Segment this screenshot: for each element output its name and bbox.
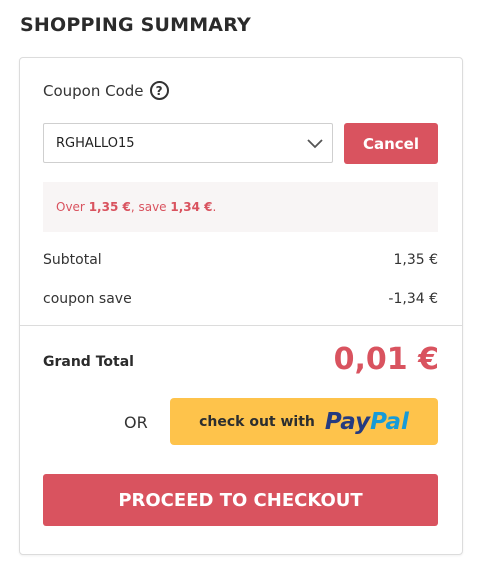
grand-total-value: 0,01 € — [333, 342, 439, 377]
subtotal-value: 1,35 € — [393, 252, 438, 268]
coupon-select[interactable]: RGHALLO15 — [43, 123, 333, 163]
paypal-prefix: check out with — [199, 413, 315, 430]
subtotal-label: Subtotal — [43, 252, 102, 268]
savings-suffix: . — [212, 200, 217, 214]
coupon-code-label: Coupon Code ? — [43, 81, 169, 100]
coupon-save-label: coupon save — [43, 291, 132, 307]
divider — [20, 325, 462, 326]
coupon-code-text: Coupon Code — [43, 81, 144, 100]
cancel-coupon-button[interactable]: Cancel — [344, 123, 438, 164]
coupon-save-value: -1,34 € — [388, 291, 438, 307]
summary-card: Coupon Code ? RGHALLO15 Cancel Over 1,35… — [19, 57, 463, 555]
coupon-save-row: coupon save -1,34 € — [43, 291, 438, 307]
subtotal-row: Subtotal 1,35 € — [43, 252, 438, 268]
savings-prefix: Over — [56, 200, 85, 214]
paypal-logo: PayPal — [325, 409, 409, 435]
paypal-logo-pay: Pay — [324, 408, 371, 435]
coupon-selected-value: RGHALLO15 — [56, 135, 135, 151]
paypal-logo-pal: Pal — [370, 408, 409, 435]
savings-over-amount: 1,35 € — [88, 200, 131, 214]
help-icon[interactable]: ? — [149, 81, 169, 100]
paypal-checkout-button[interactable]: check out with PayPal — [170, 398, 438, 445]
shopping-summary-title: SHOPPING SUMMARY — [20, 14, 251, 36]
savings-save-amount: 1,34 € — [170, 200, 213, 214]
or-label: OR — [124, 413, 148, 432]
savings-message: Over 1,35 €, save 1,34 €. — [43, 182, 438, 232]
grand-total-label: Grand Total — [43, 354, 134, 370]
chevron-down-icon — [307, 139, 323, 149]
savings-middle: , save — [130, 200, 167, 214]
proceed-to-checkout-button[interactable]: PROCEED TO CHECKOUT — [43, 474, 438, 526]
